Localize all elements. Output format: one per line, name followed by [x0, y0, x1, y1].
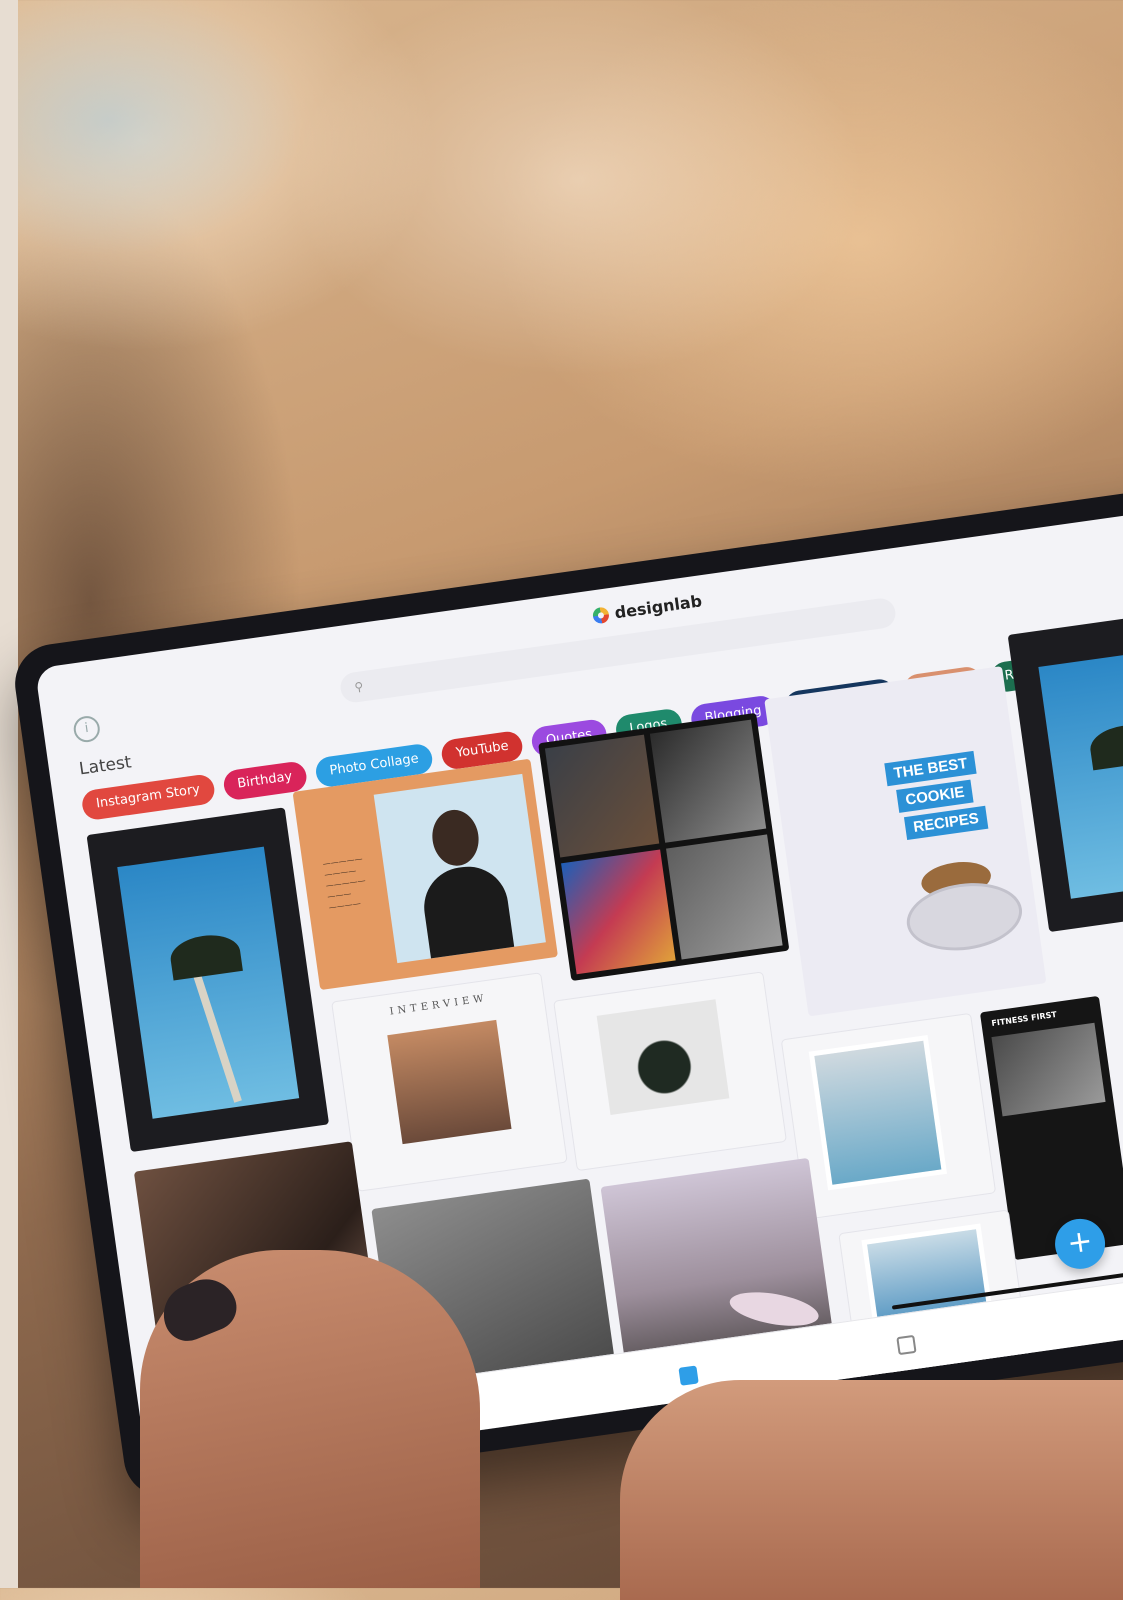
- section-title: Latest: [77, 752, 133, 780]
- plate-stack-image: [902, 876, 1027, 958]
- cookie-headline-line: COOKIE: [896, 779, 974, 813]
- info-icon: i: [83, 720, 90, 737]
- palm-trunk: [187, 957, 242, 1103]
- template-card-photo-collage[interactable]: [538, 712, 790, 982]
- status-date: [68, 672, 70, 683]
- surfboard-image: [727, 1286, 822, 1332]
- collage-tile: [544, 734, 660, 858]
- fitness-photo-image: [991, 1022, 1106, 1117]
- man-portrait-image: [387, 1019, 512, 1145]
- fitness-title: FITNESS FIRST: [990, 1009, 1058, 1028]
- designlab-logo-icon: [591, 605, 610, 624]
- template-card-fashion-quote[interactable]: ————— ———— ————— ——— ————: [292, 758, 559, 991]
- palm-leaves: [168, 931, 243, 981]
- template-card-woman-pool[interactable]: [781, 1013, 996, 1219]
- palm-leaves: [1087, 721, 1123, 771]
- tab-templates[interactable]: [678, 1364, 706, 1386]
- status-bar: [56, 671, 81, 685]
- app-logo: designlab: [591, 591, 704, 625]
- interview-title: INTERVIEW: [389, 992, 489, 1018]
- portrait-head: [428, 806, 483, 869]
- template-card-monstera[interactable]: [554, 972, 786, 1171]
- cookie-headline-line: RECIPES: [903, 805, 989, 840]
- monstera-leaf-image: [596, 999, 730, 1115]
- chip-instagram-story[interactable]: Instagram Story: [80, 773, 216, 822]
- plus-icon: +: [1064, 1223, 1095, 1262]
- image-left-border: [0, 0, 18, 1588]
- palm-sky-image: [1038, 646, 1123, 899]
- template-card-palm-story[interactable]: [86, 807, 330, 1153]
- templates-icon: [678, 1365, 699, 1386]
- collage-tile: [649, 719, 767, 843]
- palm-sky-image: [117, 846, 300, 1119]
- portrait-body: [419, 861, 515, 959]
- collage-tile: [561, 849, 676, 975]
- hand-palm: [620, 1380, 1123, 1600]
- search-icon: ⚲: [353, 679, 365, 695]
- info-button[interactable]: i: [72, 714, 102, 744]
- stories-icon: [896, 1334, 917, 1356]
- app-name: designlab: [613, 591, 704, 623]
- woman-portrait-image: [373, 773, 546, 964]
- status-time: [56, 674, 58, 685]
- collage-tile: [666, 834, 783, 960]
- template-card-interview[interactable]: INTERVIEW: [332, 973, 567, 1191]
- tab-stories[interactable]: [896, 1334, 924, 1356]
- pool-photo-image: [814, 1040, 942, 1185]
- template-card-cookie-recipes[interactable]: THE BEST COOKIE RECIPES: [764, 666, 1047, 1017]
